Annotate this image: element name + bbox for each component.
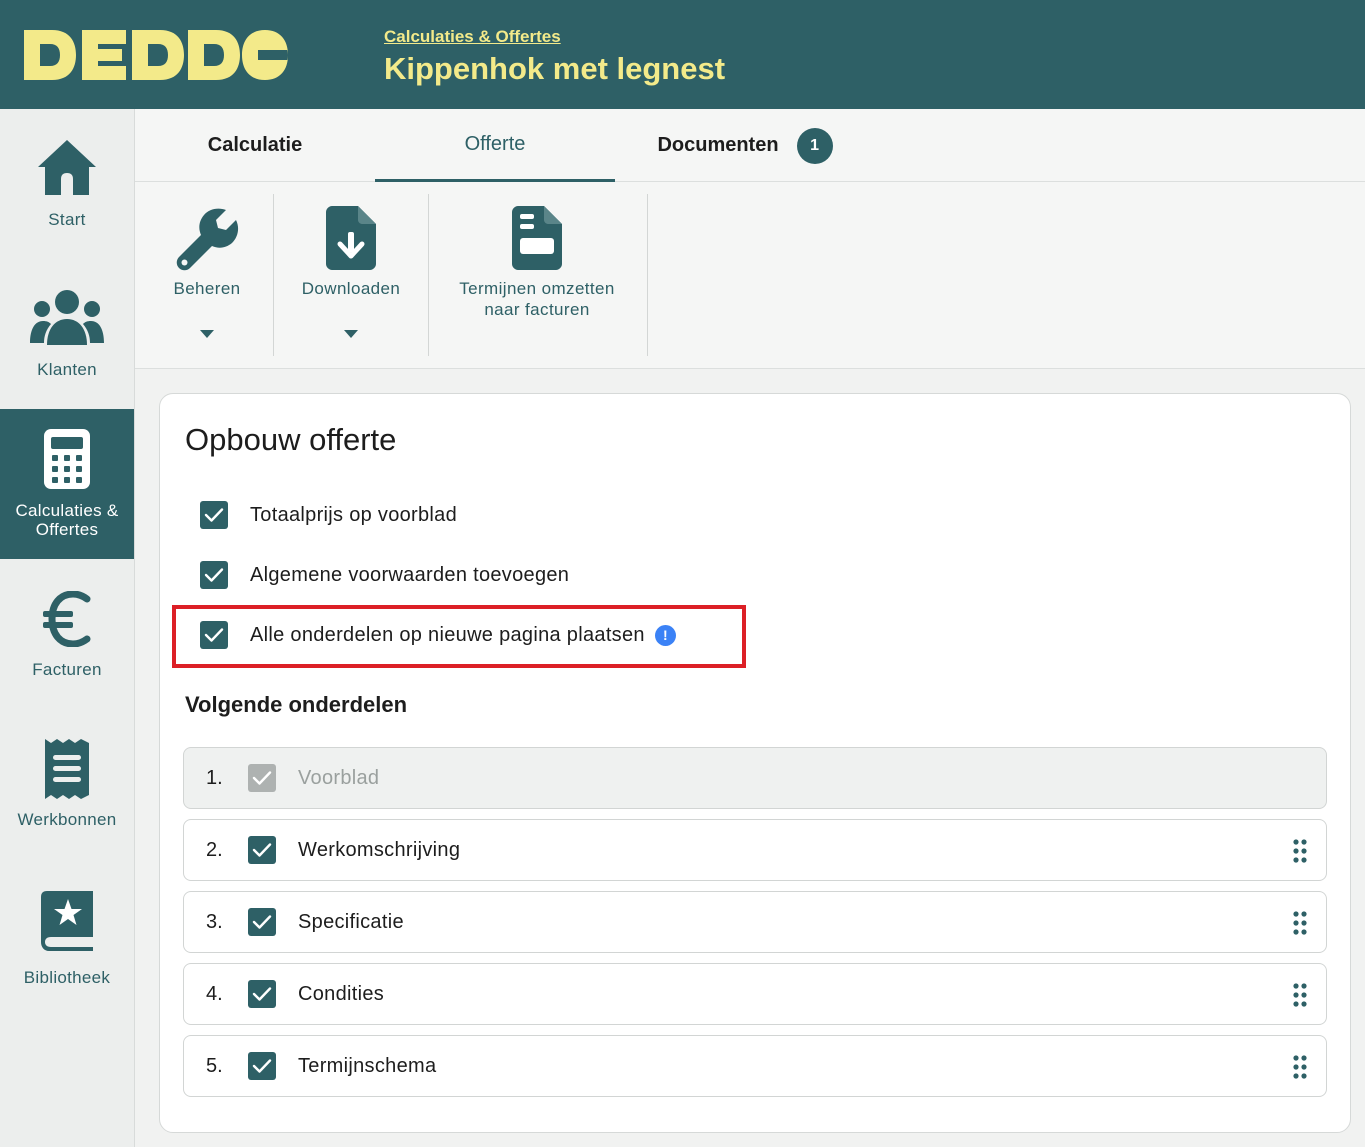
- part-label: Termijnschema: [298, 1054, 437, 1077]
- part-row-voorblad: 1. Voorblad: [183, 747, 1327, 809]
- euro-icon: [0, 591, 134, 647]
- termijnen-label-line2: naar facturen: [484, 300, 590, 319]
- home-icon: [0, 137, 134, 199]
- part-number: 1.: [206, 766, 223, 789]
- tab-label: Documenten: [657, 134, 779, 156]
- wrench-icon: [159, 206, 255, 272]
- app-header: Calculaties & Offertes Kippenhok met leg…: [0, 0, 1365, 109]
- tab-calculatie[interactable]: Calculatie: [135, 109, 375, 182]
- part-label: Voorblad: [298, 766, 380, 789]
- beheren-button[interactable]: Beheren: [159, 194, 255, 356]
- drag-handle-icon[interactable]: [1292, 839, 1308, 863]
- sidebar-item-werkbonnen[interactable]: Werkbonnen: [0, 709, 134, 859]
- sidebar-item-label: Start: [48, 210, 86, 229]
- sidebar-item-klanten[interactable]: Klanten: [0, 259, 134, 409]
- option-totaalprijs[interactable]: Totaalprijs op voorblad: [200, 499, 457, 531]
- option-nieuwe-pagina[interactable]: Alle onderdelen op nieuwe pagina plaatse…: [200, 619, 676, 651]
- chevron-down-icon: [293, 330, 409, 338]
- chevron-down-icon: [159, 330, 255, 338]
- option-label: Alle onderdelen op nieuwe pagina plaatse…: [250, 623, 645, 646]
- sidebar-item-bibliotheek[interactable]: Bibliotheek: [0, 869, 134, 1019]
- page-title: Kippenhok met legnest: [384, 51, 726, 86]
- part-row-termijnschema[interactable]: 5. Termijnschema: [183, 1035, 1327, 1097]
- drag-handle-icon[interactable]: [1292, 1055, 1308, 1079]
- part-row-specificatie[interactable]: 3. Specificatie: [183, 891, 1327, 953]
- sidebar-item-label: Klanten: [37, 360, 97, 379]
- checkbox-checked-icon[interactable]: [200, 501, 228, 529]
- info-icon[interactable]: !: [654, 624, 676, 646]
- checkbox-checked-icon[interactable]: [248, 908, 276, 936]
- sidebar: Start Klanten Calculaties & Offertes Fac…: [0, 109, 135, 1147]
- sidebar-item-label: Bibliotheek: [23, 968, 111, 987]
- part-label: Condities: [298, 982, 385, 1005]
- checkbox-checked-icon[interactable]: [248, 1052, 276, 1080]
- deddo-logo[interactable]: [22, 28, 290, 82]
- sidebar-item-calculaties[interactable]: Calculaties & Offertes: [0, 409, 134, 559]
- part-label: Specificatie: [298, 910, 404, 933]
- toolbar: Beheren Downloaden Termijnen omzetten na…: [135, 182, 1365, 369]
- offerte-structure-card: Opbouw offerte Totaalprijs op voorblad A…: [159, 393, 1351, 1133]
- checkbox-checked-icon[interactable]: [200, 621, 228, 649]
- section-title: Volgende onderdelen: [185, 692, 408, 717]
- part-number: 2.: [206, 838, 223, 861]
- toolbar-divider: [428, 194, 429, 356]
- tab-label: Calculatie: [207, 134, 303, 156]
- downloaden-button[interactable]: Downloaden: [293, 194, 409, 356]
- option-label: Algemene voorwaarden toevoegen: [250, 563, 570, 586]
- termijnen-omzetten-button[interactable]: Termijnen omzetten naar facturen: [443, 194, 631, 356]
- sidebar-item-label: Calculaties & Offertes: [15, 501, 119, 539]
- checkbox-checked-icon[interactable]: [248, 836, 276, 864]
- checkbox-checked-icon[interactable]: [248, 980, 276, 1008]
- card-title: Opbouw offerte: [185, 422, 397, 457]
- sidebar-item-label: Facturen: [32, 660, 102, 679]
- part-number: 3.: [206, 910, 223, 933]
- beheren-label: Beheren: [173, 279, 241, 298]
- breadcrumb-link[interactable]: Calculaties & Offertes: [384, 27, 561, 47]
- drag-handle-icon[interactable]: [1292, 983, 1308, 1007]
- document-count-badge: 1: [796, 127, 833, 164]
- sidebar-item-facturen[interactable]: Facturen: [0, 559, 134, 709]
- downloaden-label: Downloaden: [301, 279, 401, 298]
- calculator-icon: [0, 429, 134, 489]
- drag-handle-icon[interactable]: [1292, 911, 1308, 935]
- tab-bar: Calculatie Offerte Documenten 1: [135, 109, 1365, 182]
- toolbar-divider: [273, 194, 274, 356]
- tab-label: Offerte: [464, 132, 526, 155]
- part-number: 5.: [206, 1054, 223, 1077]
- invoice-file-icon: [443, 206, 631, 270]
- termijnen-label: Termijnen omzetten naar facturen: [443, 278, 631, 320]
- part-row-condities[interactable]: 4. Condities: [183, 963, 1327, 1025]
- file-download-icon: [293, 206, 409, 270]
- checkbox-checked-icon[interactable]: [200, 561, 228, 589]
- sidebar-item-label: Werkbonnen: [17, 810, 117, 829]
- logo-mark: [24, 30, 288, 80]
- part-label: Werkomschrijving: [298, 838, 461, 861]
- tab-offerte[interactable]: Offerte: [375, 109, 615, 182]
- option-algemene-voorwaarden[interactable]: Algemene voorwaarden toevoegen: [200, 559, 569, 591]
- sidebar-item-start[interactable]: Start: [0, 109, 134, 259]
- part-number: 4.: [206, 982, 223, 1005]
- users-icon: [0, 289, 134, 347]
- termijnen-label-line1: Termijnen omzetten: [459, 279, 615, 298]
- tab-documenten[interactable]: Documenten 1: [635, 109, 855, 182]
- option-label: Totaalprijs op voorblad: [250, 503, 458, 526]
- checkbox-disabled-icon: [248, 764, 276, 792]
- book-star-icon: [0, 889, 134, 951]
- receipt-icon: [0, 737, 134, 801]
- part-row-werkomschrijving[interactable]: 2. Werkomschrijving: [183, 819, 1327, 881]
- toolbar-divider: [647, 194, 648, 356]
